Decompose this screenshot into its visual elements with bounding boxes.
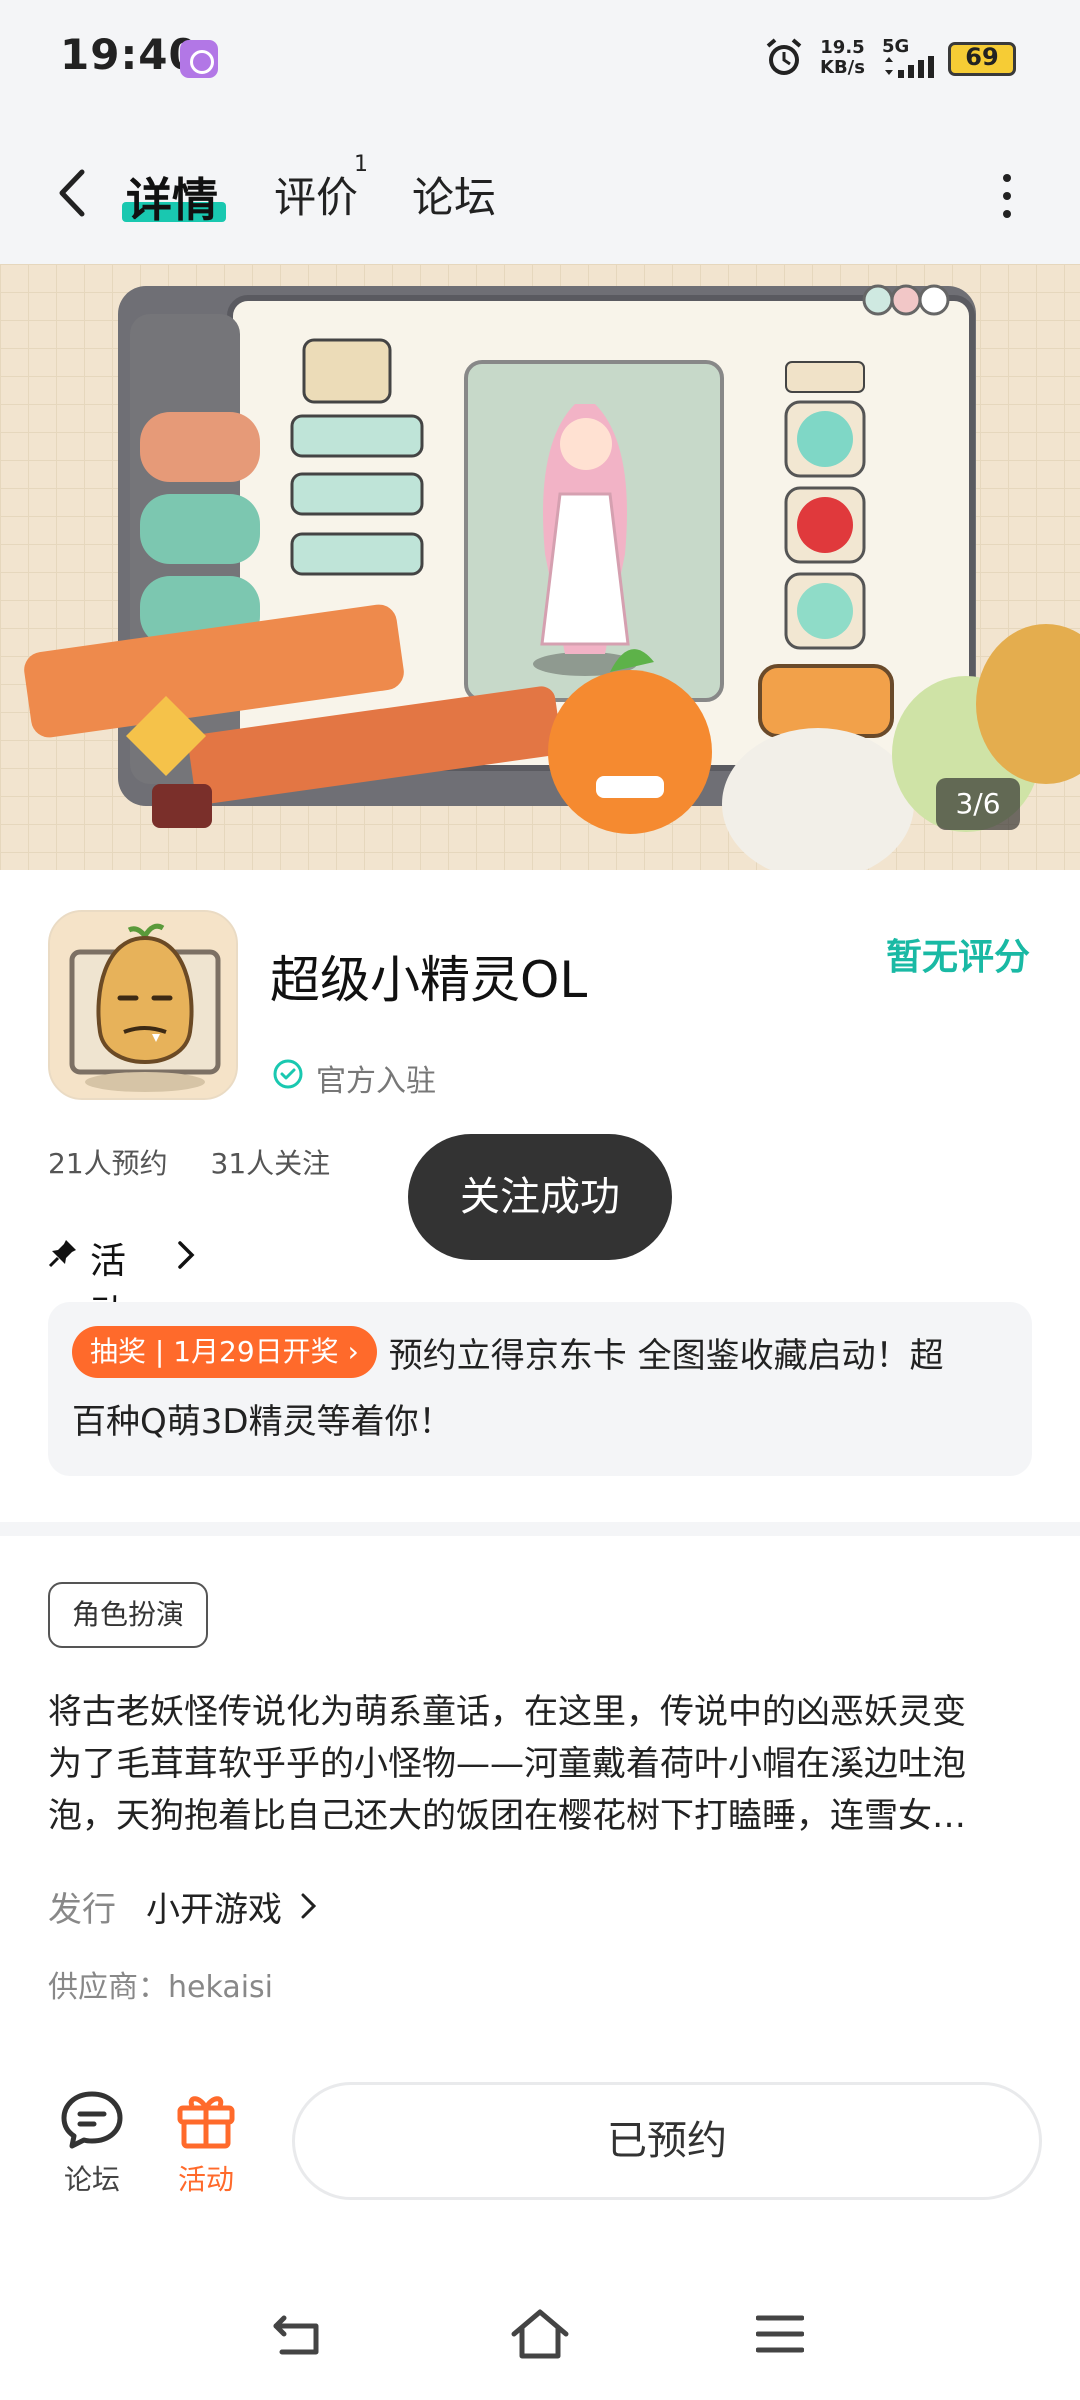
reserved-button[interactable]: 已预约 (292, 2082, 1042, 2200)
alarm-icon (766, 38, 802, 75)
activity-promo-card[interactable]: 抽奖 | 1月29日开奖 › 预约立得京东卡 全图鉴收藏启动！超 百种Q萌3D精灵… (48, 1302, 1032, 1476)
chevron-right-icon (301, 1893, 317, 1919)
description-line: 泡，天狗抱着比自己还大的饭团在樱花树下打瞌睡，连雪女… (48, 1796, 966, 1836)
battery-icon: 69 (948, 42, 1016, 76)
carousel-counter: 3/6 (936, 778, 1020, 830)
verified-check-icon (273, 1059, 303, 1089)
system-menu-icon[interactable] (756, 2314, 804, 2354)
chat-bubble-icon (61, 2091, 123, 2149)
follow-success-toast: 关注成功 (408, 1134, 672, 1260)
bottom-forum-button[interactable]: 论坛 (56, 2086, 128, 2196)
supplier-info: 供应商：hekaisi (48, 1970, 273, 2005)
publisher-name: 小开游戏 (146, 1890, 282, 1930)
network-speed: 19.5 KB/s (820, 38, 865, 78)
game-description[interactable]: 将古老妖怪传说化为萌系童话，在这里，传说中的凶恶妖灵变 为了毛茸茸软乎乎的小怪物… (48, 1686, 1032, 1842)
network-type: 5G (882, 36, 910, 57)
section-divider (0, 1522, 1080, 1536)
rating-status: 暂无评分 (885, 937, 1030, 978)
tab-review[interactable]: 评价 (274, 164, 358, 225)
back-button[interactable] (44, 158, 104, 228)
status-time: 19:40 (60, 30, 199, 79)
bottom-activity-button[interactable]: 活动 (170, 2086, 242, 2196)
banner-image (0, 264, 1080, 870)
network-speed-unit: KB/s (820, 57, 865, 78)
app-stats: 21人预约 31人关注 (48, 1142, 364, 1182)
more-options-icon[interactable] (992, 170, 1022, 220)
notification-app-icon (180, 40, 218, 78)
potato-mascot-icon (50, 912, 236, 1098)
top-nav: 详情 评价 1 论坛 (0, 118, 1080, 264)
gift-icon (177, 2096, 235, 2149)
screenshot-carousel[interactable]: 3/6 (0, 264, 1080, 870)
description-line: 为了毛茸茸软乎乎的小怪物——河童戴着荷叶小帽在溪边吐泡 (48, 1744, 966, 1784)
status-bar: 19:40 19.5 KB/s 5G 69 (0, 0, 1080, 118)
tab-detail[interactable]: 详情 (126, 164, 218, 230)
promo-text-line1: 预约立得京东卡 全图鉴收藏启动！超 (388, 1335, 944, 1376)
signal-icon (885, 56, 934, 78)
system-home-icon[interactable] (510, 2306, 570, 2362)
forum-label: 论坛 (63, 2163, 120, 2196)
description-line: 将古老妖怪传说化为萌系童话，在这里，传说中的凶恶妖灵变 (48, 1692, 966, 1732)
promo-text-line2: 百种Q萌3D精灵等着你！ (72, 1402, 453, 1442)
system-back-icon[interactable] (270, 2310, 326, 2360)
follower-count: 31人关注 (210, 1147, 331, 1180)
tab-forum[interactable]: 论坛 (412, 164, 496, 225)
publisher-key: 发行 (48, 1890, 116, 1930)
activity-nav-label: 活动 (177, 2163, 234, 2196)
pin-icon (48, 1240, 76, 1268)
official-badge-label: 官方入驻 (316, 1064, 436, 1099)
app-icon (48, 910, 238, 1100)
chevron-right-icon (178, 1241, 195, 1269)
genre-tag[interactable]: 角色扮演 (48, 1582, 209, 1648)
battery-level: 69 (965, 43, 999, 71)
app-name: 超级小精灵OL (270, 951, 588, 1009)
app-screen: 19:40 19.5 KB/s 5G 69 详情 评价 1 论坛 3/6 超级小… (0, 0, 1080, 2400)
network-speed-value: 19.5 (820, 37, 865, 58)
tab-detail-label: 详情 (126, 173, 218, 227)
lottery-tag[interactable]: 抽奖 | 1月29日开奖 › (72, 1326, 377, 1378)
review-count-badge: 1 (354, 152, 368, 177)
reservation-count: 21人预约 (48, 1147, 168, 1180)
